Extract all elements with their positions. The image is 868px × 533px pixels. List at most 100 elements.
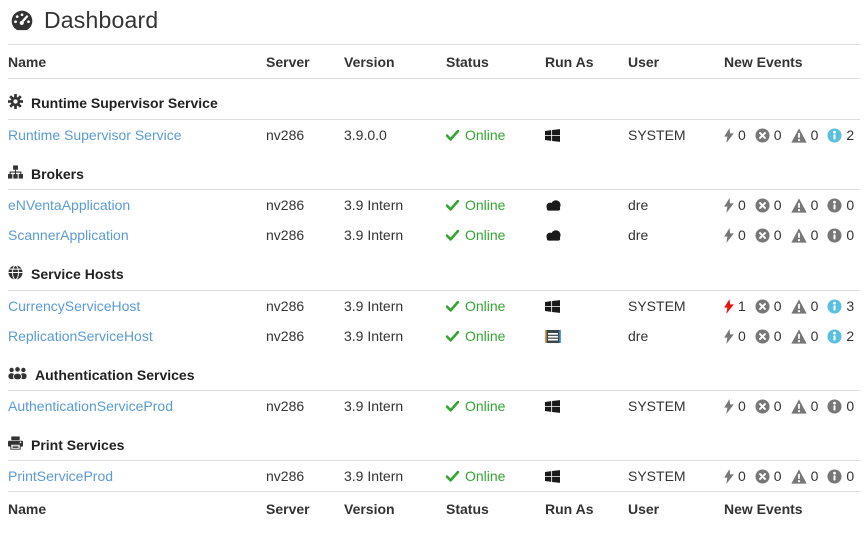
error-event-badge[interactable]: 0 — [755, 298, 782, 314]
service-link-runtime-supervisor[interactable]: Runtime Supervisor Service — [8, 127, 182, 143]
warning-count: 0 — [810, 328, 819, 344]
info-count: 0 — [846, 227, 855, 243]
table-row: ScannerApplication nv286 3.9 Intern Onli… — [8, 220, 860, 250]
gear-icon — [8, 94, 23, 112]
flash-count: 0 — [738, 328, 746, 344]
error-event-badge[interactable]: 0 — [755, 127, 782, 143]
warning-count: 0 — [810, 127, 819, 143]
server-cell: nv286 — [266, 468, 305, 484]
warning-event-badge[interactable]: 0 — [790, 328, 819, 344]
table-row: ReplicationServiceHost nv286 3.9 Intern … — [8, 321, 860, 351]
table-row: AuthenticationServiceProd nv286 3.9 Inte… — [8, 391, 860, 422]
error-count: 0 — [773, 227, 782, 243]
error-event-badge[interactable]: 0 — [755, 468, 782, 484]
service-link-scanner-application[interactable]: ScannerApplication — [8, 227, 129, 243]
section-label: Service Hosts — [31, 266, 124, 282]
error-count: 0 — [773, 328, 782, 344]
info-count: 2 — [846, 328, 855, 344]
flash-count: 0 — [738, 468, 746, 484]
error-event-badge[interactable]: 0 — [755, 227, 782, 243]
error-event-badge[interactable]: 0 — [755, 328, 782, 344]
warning-event-badge[interactable]: 0 — [790, 227, 819, 243]
info-event-badge[interactable]: 0 — [827, 398, 854, 414]
flash-count: 1 — [738, 298, 746, 314]
info-count: 3 — [846, 298, 855, 314]
status-label: Online — [465, 328, 506, 344]
flash-event-badge[interactable]: 1 — [724, 298, 746, 314]
error-event-badge[interactable]: 0 — [755, 398, 782, 414]
info-count: 0 — [846, 398, 855, 414]
user-cell: dre — [628, 197, 649, 213]
service-link-currency-service-host[interactable]: CurrencyServiceHost — [8, 298, 140, 314]
service-link-replication-service-host[interactable]: ReplicationServiceHost — [8, 328, 153, 344]
dashboard-page: Dashboard Name Server Version Status Run… — [0, 0, 868, 526]
warning-event-badge[interactable]: 0 — [790, 197, 819, 213]
error-count: 0 — [773, 197, 782, 213]
info-event-badge[interactable]: 3 — [827, 298, 854, 314]
info-count: 2 — [846, 127, 855, 143]
version-cell: 3.9 Intern — [344, 197, 404, 213]
error-event-badge[interactable]: 0 — [755, 197, 782, 213]
user-cell: SYSTEM — [628, 127, 686, 143]
info-event-badge[interactable]: 0 — [827, 468, 854, 484]
version-cell: 3.9 Intern — [344, 328, 404, 344]
user-cell: SYSTEM — [628, 468, 686, 484]
server-cell: nv286 — [266, 328, 305, 344]
table-row: eNVentaApplication nv286 3.9 Intern Onli… — [8, 190, 860, 221]
flash-count: 0 — [738, 227, 746, 243]
status-label: Online — [465, 398, 506, 414]
printer-icon — [8, 436, 23, 453]
error-count: 0 — [773, 298, 782, 314]
warning-count: 0 — [810, 298, 819, 314]
warning-event-badge[interactable]: 0 — [790, 298, 819, 314]
page-header: Dashboard — [8, 0, 860, 45]
section-label: Runtime Supervisor Service — [31, 95, 218, 111]
cloud-icon — [545, 199, 628, 211]
cloud-icon — [545, 229, 628, 241]
version-cell: 3.9 Intern — [344, 227, 404, 243]
server-cell: nv286 — [266, 398, 305, 414]
info-event-badge[interactable]: 2 — [827, 127, 854, 143]
version-cell: 3.9.0.0 — [344, 127, 387, 143]
flash-event-badge[interactable]: 0 — [724, 328, 746, 344]
col-footer-user: User — [628, 491, 724, 526]
version-cell: 3.9 Intern — [344, 468, 404, 484]
status-label: Online — [465, 468, 506, 484]
sitemap-icon — [8, 165, 23, 182]
error-count: 0 — [773, 468, 782, 484]
section-service-hosts: Service Hosts — [8, 250, 860, 291]
service-link-enventa-application[interactable]: eNVentaApplication — [8, 197, 130, 213]
info-event-badge[interactable]: 0 — [827, 227, 854, 243]
user-cell: dre — [628, 227, 649, 243]
check-icon — [446, 330, 459, 342]
warning-count: 0 — [810, 227, 819, 243]
warning-count: 0 — [810, 197, 819, 213]
flash-event-badge[interactable]: 0 — [724, 127, 746, 143]
server-cell: nv286 — [266, 227, 305, 243]
col-header-user: User — [628, 45, 724, 79]
table-footer-header-row: Name Server Version Status Run As User N… — [8, 491, 860, 526]
warning-event-badge[interactable]: 0 — [790, 398, 819, 414]
check-icon — [446, 199, 459, 211]
status-label: Online — [465, 197, 506, 213]
col-header-run-as: Run As — [545, 45, 628, 79]
server-cell: nv286 — [266, 197, 305, 213]
section-label: Brokers — [31, 165, 84, 182]
warning-event-badge[interactable]: 0 — [790, 468, 818, 484]
info-count: 0 — [846, 468, 855, 484]
globe-icon — [8, 265, 23, 283]
flash-event-badge[interactable]: 0 — [724, 398, 746, 414]
info-event-badge[interactable]: 2 — [827, 328, 854, 344]
flash-event-badge[interactable]: 0 — [724, 468, 746, 484]
flash-event-badge[interactable]: 0 — [724, 197, 746, 213]
service-link-authentication-service-prod[interactable]: AuthenticationServiceProd — [8, 398, 173, 414]
flash-event-badge[interactable]: 0 — [724, 227, 746, 243]
service-link-print-service-prod[interactable]: PrintServiceProd — [8, 468, 113, 484]
version-cell: 3.9 Intern — [344, 298, 404, 314]
warning-count: 0 — [810, 398, 819, 414]
info-event-badge[interactable]: 0 — [827, 197, 854, 213]
warning-event-badge[interactable]: 0 — [790, 127, 819, 143]
tachometer-icon — [10, 10, 34, 32]
col-footer-run-as: Run As — [545, 491, 628, 526]
status-label: Online — [465, 127, 506, 143]
